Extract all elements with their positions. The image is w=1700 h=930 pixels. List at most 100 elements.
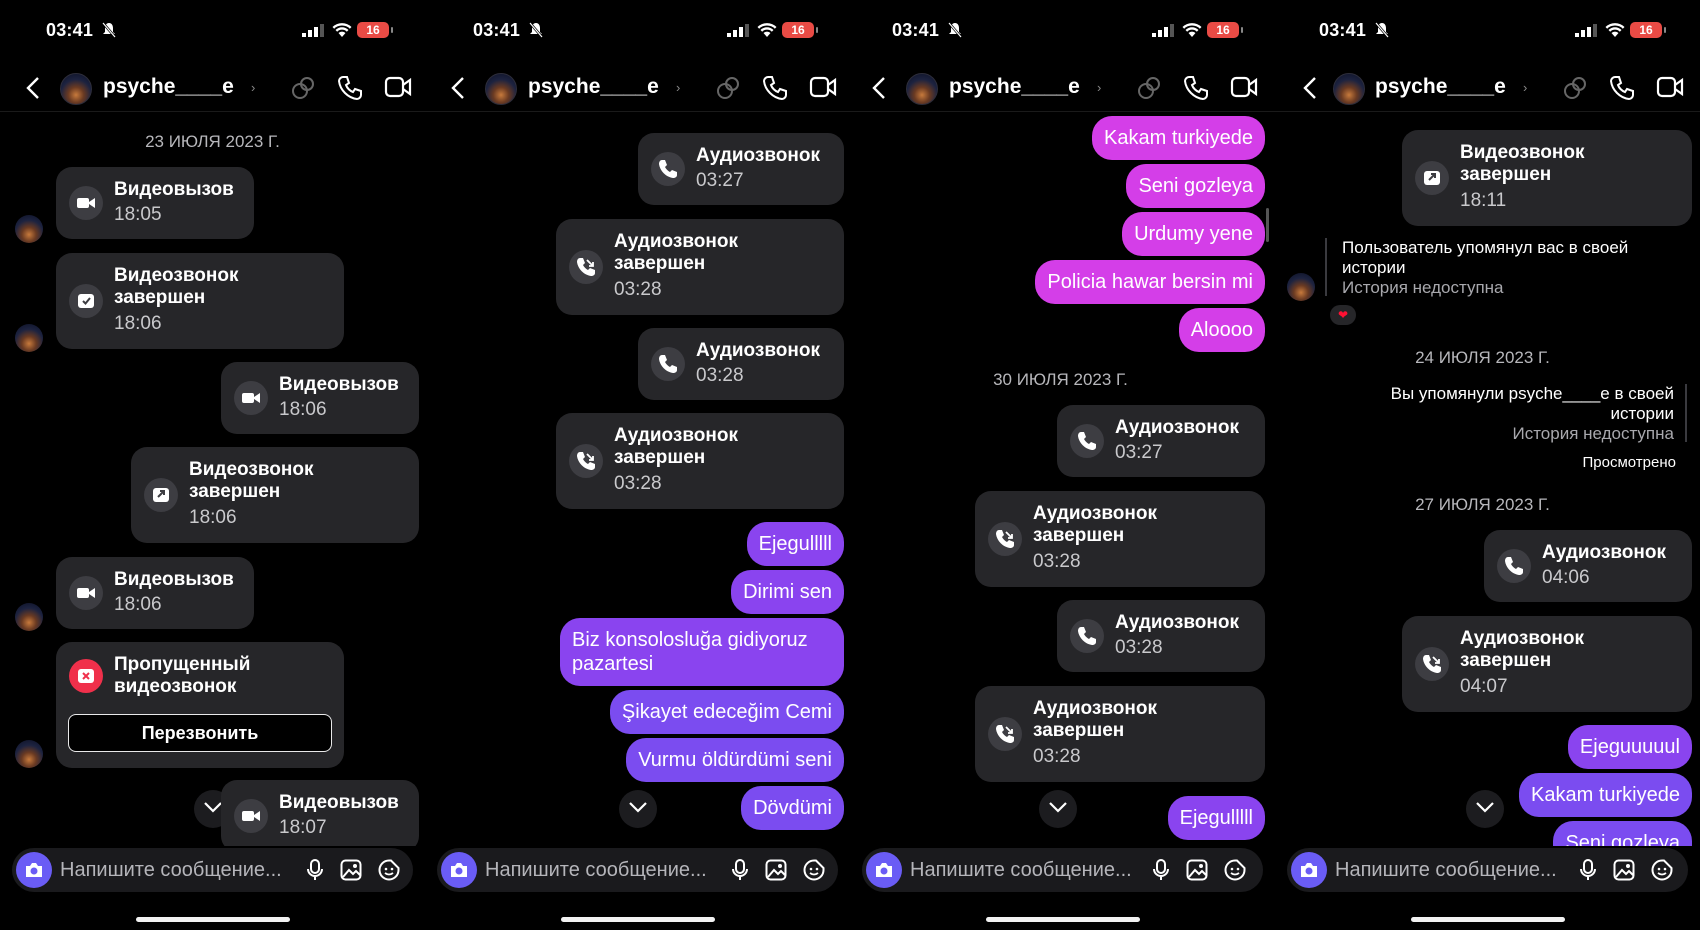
scroll-down-button[interactable] bbox=[619, 790, 657, 828]
sent-message[interactable]: Ejeguuuuul bbox=[1567, 725, 1692, 769]
heart-reaction[interactable]: ❤ bbox=[1330, 305, 1356, 325]
clock: 03:41 bbox=[1319, 20, 1367, 40]
message-input[interactable]: Напишите сообщение... bbox=[485, 859, 707, 882]
sent-message[interactable]: Seni gozleya bbox=[1553, 821, 1692, 846]
story-mention[interactable]: Пользователь упомянул вас в своей истори… bbox=[1342, 238, 1672, 298]
sent-message[interactable]: Seni gozleya bbox=[1126, 164, 1265, 208]
sticker-icon[interactable] bbox=[1224, 859, 1246, 881]
contact-name[interactable]: psyche____e bbox=[103, 75, 234, 99]
back-icon[interactable] bbox=[451, 76, 465, 100]
mic-icon[interactable] bbox=[1579, 859, 1597, 881]
message-input[interactable]: Напишите сообщение... bbox=[910, 859, 1132, 882]
sent-message[interactable]: Kakam turkiyede bbox=[1519, 773, 1692, 817]
call-card[interactable]: Видеовызов 18:05 bbox=[56, 167, 254, 239]
effects-icon[interactable] bbox=[290, 75, 316, 101]
message-composer[interactable]: Напишите сообщение... bbox=[862, 848, 1263, 892]
avatar[interactable] bbox=[60, 73, 92, 105]
phone-icon[interactable] bbox=[1609, 75, 1635, 101]
contact-name[interactable]: psyche____e bbox=[528, 75, 659, 99]
call-card[interactable]: Аудиозвонок завершен 03:28 bbox=[975, 686, 1265, 782]
call-card[interactable]: Видеовызов 18:07 bbox=[221, 780, 419, 846]
sent-message[interactable]: Kakam turkiyede bbox=[1092, 116, 1265, 160]
scrollbar[interactable] bbox=[1266, 208, 1269, 242]
sticker-icon[interactable] bbox=[1651, 859, 1673, 881]
scroll-down-button[interactable] bbox=[1466, 790, 1504, 828]
effects-icon[interactable] bbox=[1562, 75, 1588, 101]
camera-button[interactable] bbox=[16, 852, 52, 888]
mic-icon[interactable] bbox=[1152, 859, 1170, 881]
phone-icon[interactable] bbox=[1183, 75, 1209, 101]
camera-button[interactable] bbox=[1291, 852, 1327, 888]
call-card[interactable]: Видеозвонок завершен 18:06 bbox=[131, 447, 419, 543]
phone-icon[interactable] bbox=[337, 75, 363, 101]
gallery-icon[interactable] bbox=[765, 859, 787, 881]
phone-icon[interactable] bbox=[762, 75, 788, 101]
call-card[interactable]: Аудиозвонок завершен 03:28 bbox=[975, 491, 1265, 587]
sent-message[interactable]: Vurmu öldürdümi seni bbox=[626, 738, 844, 782]
video-icon[interactable] bbox=[384, 75, 412, 99]
sent-message[interactable]: Biz konsolosluğa gidiyoruz pazartesi bbox=[560, 618, 844, 686]
sticker-icon[interactable] bbox=[803, 859, 825, 881]
avatar[interactable] bbox=[906, 73, 938, 105]
video-icon[interactable] bbox=[1230, 75, 1258, 99]
call-card[interactable]: Аудиозвонок завершен 03:28 bbox=[556, 219, 844, 315]
audio-call-ended-icon bbox=[988, 717, 1022, 751]
mic-icon[interactable] bbox=[306, 859, 324, 881]
sent-message[interactable]: Dövdümi bbox=[741, 786, 844, 830]
call-card[interactable]: Аудиозвонок 03:28 bbox=[638, 328, 844, 400]
effects-icon[interactable] bbox=[1136, 75, 1162, 101]
call-card[interactable]: Аудиозвонок 04:06 bbox=[1484, 530, 1692, 602]
call-card[interactable]: Видеозвонок завершен 18:06 bbox=[56, 253, 344, 349]
back-icon[interactable] bbox=[1303, 76, 1317, 100]
battery-indicator: 16 bbox=[357, 22, 393, 38]
gallery-icon[interactable] bbox=[1186, 859, 1208, 881]
mic-icon[interactable] bbox=[731, 859, 749, 881]
call-card[interactable]: Видеовызов 18:06 bbox=[56, 557, 254, 629]
redial-button[interactable]: Перезвонить bbox=[68, 714, 332, 752]
effects-icon[interactable] bbox=[715, 75, 741, 101]
call-card[interactable]: Видеозвонок завершен 18:11 bbox=[1402, 130, 1692, 226]
message-input[interactable]: Напишите сообщение... bbox=[60, 859, 282, 882]
call-card[interactable]: Аудиозвонок завершен 04:07 bbox=[1402, 616, 1692, 712]
sent-message[interactable]: Şikayet edeceğim Cemi bbox=[609, 690, 844, 734]
missed-call-card[interactable]: Пропущенный видеозвонок Перезвонить bbox=[56, 642, 344, 768]
scroll-down-button[interactable] bbox=[1039, 790, 1077, 828]
avatar[interactable] bbox=[485, 73, 517, 105]
call-card[interactable]: Аудиозвонок 03:27 bbox=[638, 133, 844, 205]
call-card[interactable]: Видеовызов 18:06 bbox=[221, 362, 419, 434]
message-composer[interactable]: Напишите сообщение... bbox=[12, 848, 413, 892]
chevron-right-icon[interactable]: › bbox=[676, 80, 680, 95]
chevron-right-icon[interactable]: › bbox=[1097, 80, 1101, 95]
back-icon[interactable] bbox=[872, 76, 886, 100]
back-icon[interactable] bbox=[26, 76, 40, 100]
camera-button[interactable] bbox=[441, 852, 477, 888]
chevron-right-icon[interactable]: › bbox=[1523, 80, 1527, 95]
message-list[interactable]: 23 ИЮЛЯ 2023 Г. Видеовызов 18:05 Видеозв… bbox=[0, 112, 425, 846]
gallery-icon[interactable] bbox=[1613, 859, 1635, 881]
call-card[interactable]: Аудиозвонок 03:28 bbox=[1057, 600, 1265, 672]
gallery-icon[interactable] bbox=[340, 859, 362, 881]
sent-message[interactable]: Urdumy yene bbox=[1122, 212, 1265, 256]
message-input[interactable]: Напишите сообщение... bbox=[1335, 859, 1557, 882]
sent-message[interactable]: Ejegulllll bbox=[746, 522, 844, 566]
sent-message[interactable]: Policia hawar bersin mi bbox=[1035, 260, 1265, 304]
story-mention[interactable]: Вы упомянули psyche____e в своей истории… bbox=[1354, 384, 1674, 444]
camera-button[interactable] bbox=[866, 852, 902, 888]
sticker-icon[interactable] bbox=[378, 859, 400, 881]
avatar[interactable] bbox=[1333, 73, 1365, 105]
message-composer[interactable]: Напишите сообщение... bbox=[1287, 848, 1688, 892]
message-list[interactable]: Kakam turkiyede Seni gozleya Urdumy yene… bbox=[850, 112, 1275, 846]
message-list[interactable]: Аудиозвонок 03:27 Аудиозвонок завершен 0… bbox=[425, 112, 850, 846]
contact-name[interactable]: psyche____e bbox=[1375, 75, 1506, 99]
contact-name[interactable]: psyche____e bbox=[949, 75, 1080, 99]
video-icon[interactable] bbox=[1656, 75, 1684, 99]
message-list[interactable]: Видеозвонок завершен 18:11 Пользователь … bbox=[1275, 112, 1700, 846]
call-card[interactable]: Аудиозвонок 03:27 bbox=[1057, 405, 1265, 477]
chevron-right-icon[interactable]: › bbox=[251, 80, 255, 95]
sent-message[interactable]: Aloooo bbox=[1178, 308, 1265, 352]
video-icon[interactable] bbox=[809, 75, 837, 99]
message-composer[interactable]: Напишите сообщение... bbox=[437, 848, 838, 892]
sent-message[interactable]: Ejegulllll bbox=[1167, 796, 1265, 840]
sent-message[interactable]: Dirimi sen bbox=[731, 570, 844, 614]
call-card[interactable]: Аудиозвонок завершен 03:28 bbox=[556, 413, 844, 509]
